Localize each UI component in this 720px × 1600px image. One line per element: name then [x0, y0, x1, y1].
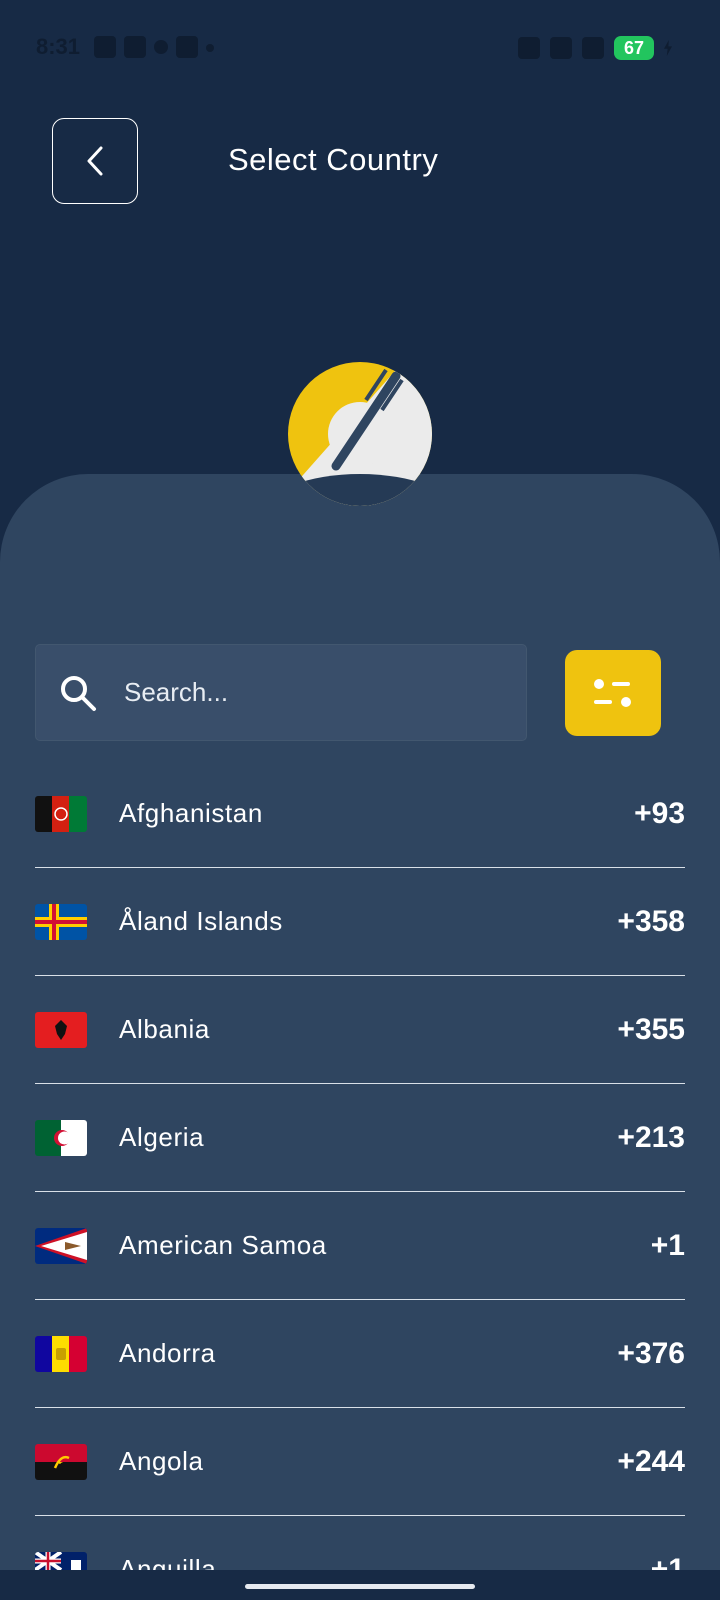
dial-code: +355 [617, 1012, 685, 1046]
country-name: Andorra [119, 1338, 216, 1368]
dial-code: +244 [617, 1444, 685, 1478]
country-name: Afghanistan [119, 798, 263, 828]
andorra-flag-icon [35, 1335, 87, 1372]
country-row-aland-islands[interactable]: Åland Islands +358 [35, 868, 685, 976]
country-row-anguilla[interactable]: Anguilla +1 [35, 1516, 685, 1570]
back-button[interactable] [52, 118, 138, 204]
home-gesture-handle[interactable] [245, 1584, 475, 1589]
dial-code: +1 [650, 1552, 685, 1571]
instagram-icon [94, 36, 116, 58]
search-input[interactable] [122, 661, 526, 724]
american-samoa-flag-icon [35, 1227, 87, 1264]
status-bar: 8:31 67 [0, 0, 720, 96]
charging-icon [664, 40, 672, 56]
country-name: Anguilla [119, 1554, 217, 1570]
battery-indicator: 67 [613, 36, 654, 60]
status-time: 8:31 [36, 34, 81, 59]
country-name: Algeria [119, 1122, 205, 1152]
country-row-andorra[interactable]: Andorra +376 [35, 1300, 685, 1408]
country-name: American Samoa [119, 1230, 327, 1260]
country-list: Afghanistan +93 Åland Islands +358 Alban… [35, 760, 685, 1570]
albania-flag-icon [35, 1011, 87, 1048]
search-field[interactable] [35, 644, 527, 741]
alarm-icon [517, 37, 540, 59]
angola-flag-icon [35, 1443, 87, 1480]
dial-code: +376 [617, 1336, 685, 1370]
country-row-afghanistan[interactable]: Afghanistan +93 [35, 760, 685, 868]
country-name: Angola [119, 1446, 204, 1476]
country-row-algeria[interactable]: Algeria +213 [35, 1084, 685, 1192]
dial-code: +93 [634, 796, 685, 830]
signal-icon [581, 37, 604, 59]
system-icons: 67 [517, 36, 672, 60]
country-row-angola[interactable]: Angola +244 [35, 1408, 685, 1516]
country-name: Albania [119, 1014, 210, 1044]
dial-code: +1 [650, 1228, 685, 1262]
country-name: Åland Islands [119, 906, 283, 936]
chevron-left-icon [87, 146, 103, 176]
afghanistan-flag-icon [35, 795, 87, 832]
anguilla-flag-icon [35, 1551, 87, 1570]
page-title: Select Country [228, 142, 439, 177]
country-row-american-samoa[interactable]: American Samoa +1 [35, 1192, 685, 1300]
snapchat-icon [124, 36, 146, 58]
more-notifications-icon [206, 44, 214, 52]
wifi-icon [549, 37, 572, 59]
country-row-albania[interactable]: Albania +355 [35, 976, 685, 1084]
dial-code: +358 [617, 904, 685, 938]
filter-button[interactable] [565, 650, 661, 736]
notification-icons [94, 36, 214, 58]
linkedin-icon [176, 36, 198, 58]
algeria-flag-icon [35, 1119, 87, 1156]
search-icon [61, 675, 96, 711]
app-icon [154, 40, 168, 54]
app-logo [288, 362, 432, 506]
aland-islands-flag-icon [35, 903, 87, 940]
dial-code: +213 [617, 1120, 685, 1154]
filter-icon [594, 679, 631, 707]
